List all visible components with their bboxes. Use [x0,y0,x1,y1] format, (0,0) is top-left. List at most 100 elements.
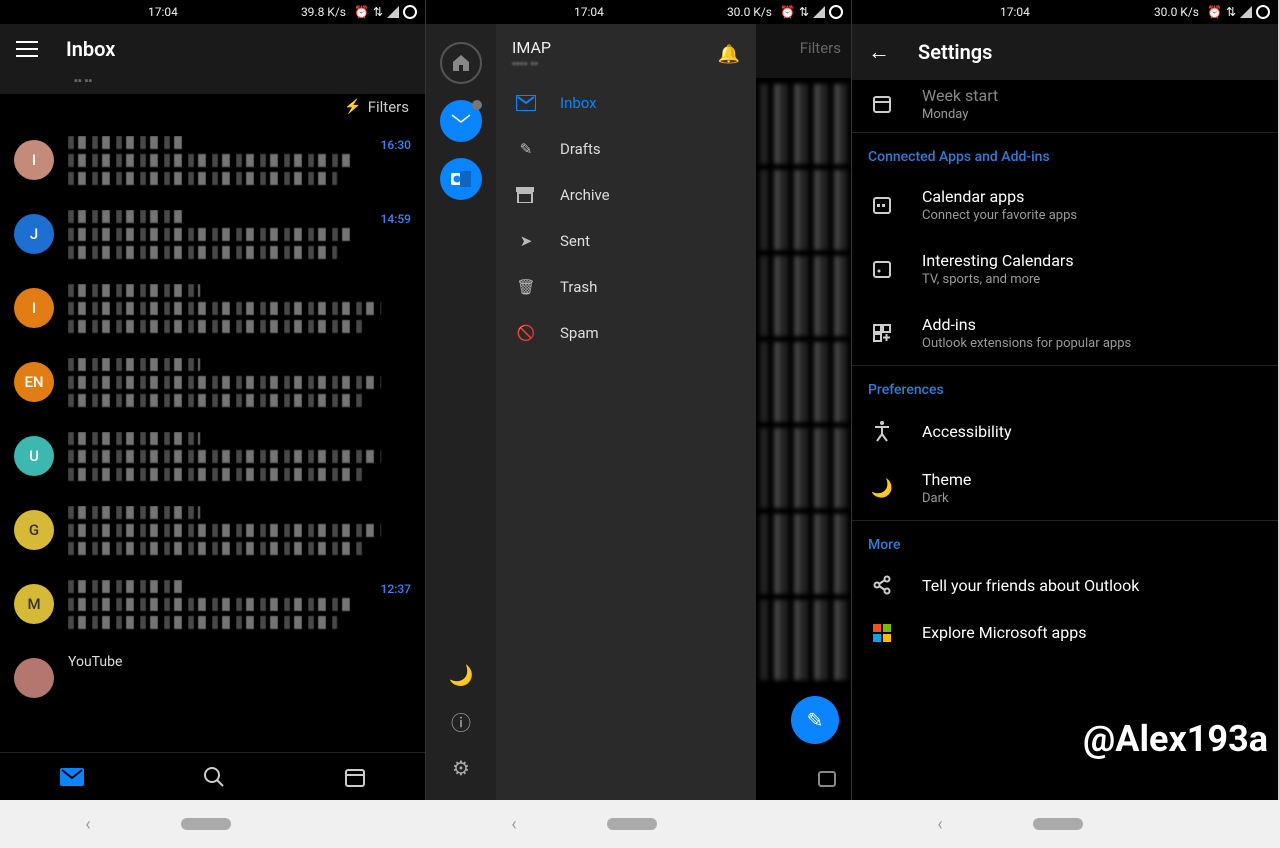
setting-share[interactable]: Tell your friends about Outlook [852,561,1278,609]
filters-label: Filters [368,98,409,116]
status-bar: 17:04 30.0 K/s ⏰ ⇅ [426,0,851,24]
setting-accessibility[interactable]: Accessibility [852,406,1278,456]
setting-addins[interactable]: Add-insOutlook extensions for popular ap… [852,301,1278,365]
mail-tab-icon[interactable] [59,767,85,787]
filters-button-peek[interactable]: Filters [756,24,851,78]
message-time: 16:30 [381,138,411,152]
setting-label: Add-ins [922,315,1262,334]
account-outlook-button[interactable] [440,158,482,200]
drawer-label: Drafts [560,140,601,158]
drawer-label: Inbox [560,94,597,112]
nav-home-pill[interactable] [181,818,231,830]
drawer-label: Archive [560,186,610,204]
status-time: 17:04 [148,5,178,19]
back-icon[interactable]: ← [868,39,890,65]
setting-sub: Dark [922,491,1262,506]
calendar-tab-icon[interactable] [817,768,837,788]
setting-explore-ms[interactable]: Explore Microsoft apps [852,609,1278,656]
status-speed: 30.0 K/s [727,5,772,19]
filter-chips-row: ▪▪ ▪▪ [0,74,425,94]
search-tab-icon[interactable] [203,766,225,788]
bottom-nav [0,752,425,800]
setting-label: Week start [922,86,1262,105]
account-mail-button[interactable] [440,100,482,142]
calendar-tab-icon[interactable] [344,766,366,788]
message-row[interactable]: M 12:37 [0,570,425,644]
message-row[interactable]: EN [0,348,425,422]
message-row[interactable]: I 16:30 [0,126,425,200]
setting-sub: Connect your favorite apps [922,208,1262,223]
drawer-item-sent[interactable]: ➤ Sent [496,218,756,264]
drawer-item-archive[interactable]: Archive [496,172,756,218]
nav-back[interactable]: ‹ [937,814,942,835]
account-type: IMAP [512,38,551,57]
accessibility-icon [868,420,896,442]
message-row[interactable]: I [0,274,425,348]
nav-home-pill[interactable] [1033,818,1083,830]
signal-icon [813,6,825,18]
message-row[interactable]: J 14:59 [0,200,425,274]
moon-icon[interactable]: 🌙 [449,663,474,687]
help-icon[interactable]: ⓘ [451,707,471,736]
message-row[interactable]: G [0,496,425,570]
bell-icon[interactable]: 🔔 [718,44,740,65]
home-rail-button[interactable] [440,42,482,84]
alarm-icon: ⏰ [354,5,369,19]
message-row[interactable]: U [0,422,425,496]
message-time: 14:59 [381,212,411,226]
page-title: Inbox [66,37,115,61]
setting-label: Accessibility [922,422,1262,441]
data-icon: ⇅ [1226,5,1236,19]
calendar-icon [868,94,896,114]
drawer-item-trash[interactable]: 🗑 Trash [496,264,756,310]
sender-name: YouTube [68,654,411,670]
drawer-item-drafts[interactable]: ✎ Drafts [496,126,756,172]
nav-back[interactable]: ‹ [85,814,90,835]
setting-interesting-calendars[interactable]: Interesting CalendarsTV, sports, and mor… [852,237,1278,301]
section-header-preferences: Preferences [852,366,1278,406]
compose-fab[interactable]: ✎ [791,696,839,744]
watermark: @Alex193a [1083,718,1268,760]
avatar: U [14,436,54,476]
status-bar: 17:04 30.0 K/s ⏰ ⇅ [852,0,1278,24]
message-row[interactable]: YouTube [0,644,425,698]
moon-icon: 🌙 [868,478,896,499]
signal-icon [1240,6,1252,18]
avatar: I [14,288,54,328]
screen-inbox: 17:04 39.8 K/s ⏰ ⇅ Inbox ▪▪ ▪▪ ⚡ Filters… [0,0,426,800]
signal-icon [387,6,399,18]
setting-label: Calendar apps [922,187,1262,206]
calendar-apps-icon [868,195,896,215]
screen-settings: 17:04 30.0 K/s ⏰ ⇅ ← Settings Week start… [852,0,1278,800]
nav-home-pill[interactable] [607,818,657,830]
setting-theme[interactable]: 🌙 Theme Dark [852,456,1278,520]
drawer-item-inbox[interactable]: Inbox [496,80,756,126]
settings-topbar: ← Settings [852,24,1278,80]
drawer-item-spam[interactable]: 🚫 Spam [496,310,756,356]
gear-icon[interactable]: ⚙ [452,756,470,780]
avatar: M [14,584,54,624]
battery-ring-icon [1256,5,1270,19]
inbox-topbar: Inbox [0,24,425,74]
page-title: Settings [918,40,992,64]
setting-label: Tell your friends about Outlook [922,576,1262,595]
nav-back[interactable]: ‹ [511,814,516,835]
inbox-icon [516,95,536,111]
section-header-connected: Connected Apps and Add-ins [852,133,1278,173]
data-icon: ⇅ [799,5,809,19]
data-icon: ⇅ [373,5,383,19]
setting-label: Interesting Calendars [922,251,1262,270]
drawer-label: Sent [560,232,590,250]
setting-week-start[interactable]: Week start Monday [852,80,1278,132]
archive-icon [516,187,536,203]
filters-button[interactable]: ⚡ Filters [0,94,425,126]
screen-drawer: 17:04 30.0 K/s ⏰ ⇅ 🌙 ⓘ ⚙ [426,0,852,800]
android-soft-nav: ‹ ‹ ‹ [0,800,1280,848]
setting-label: Theme [922,470,1262,489]
nav-drawer: IMAP ▪▪▪▪ ▪▪ 🔔 Inbox ✎ Drafts [496,24,756,800]
account-rail: 🌙 ⓘ ⚙ [426,24,496,800]
hamburger-menu-icon[interactable] [16,41,38,57]
addins-icon [868,323,896,343]
setting-calendar-apps[interactable]: Calendar apps Connect your favorite apps [852,173,1278,237]
battery-ring-icon [403,5,417,19]
